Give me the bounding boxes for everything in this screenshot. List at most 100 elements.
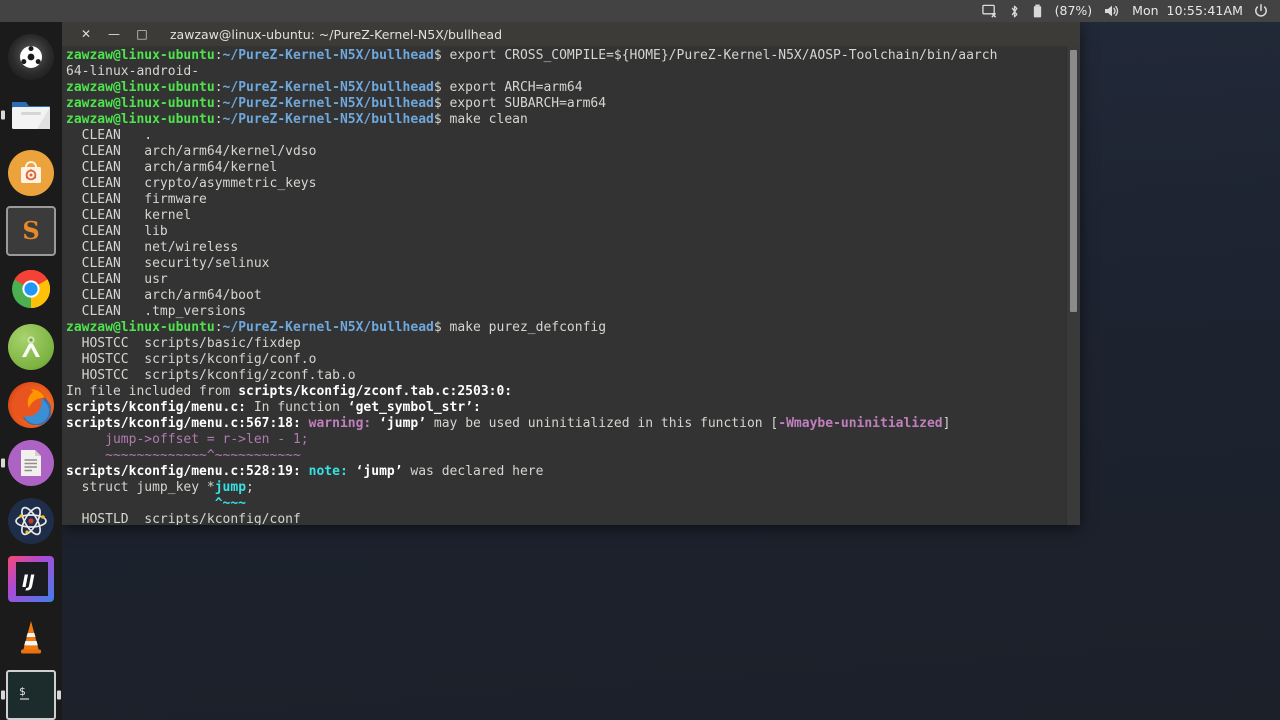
- volume-icon[interactable]: [1098, 0, 1126, 22]
- terminal-command: export ARCH=arm64: [441, 80, 583, 95]
- gcc-warning-symbol: ‘jump’: [371, 416, 427, 431]
- dock-item-software-center[interactable]: [0, 144, 62, 202]
- terminal-output-line: HOSTCC scripts/kconfig/conf.o: [66, 352, 317, 367]
- prompt-sigil: $: [433, 96, 442, 111]
- dock-item-intellij-idea[interactable]: IJ: [0, 550, 62, 608]
- terminal-output-line: HOSTCC scripts/basic/fixdep: [66, 336, 301, 351]
- prompt-sigil: $: [433, 320, 442, 335]
- dock-item-terminal[interactable]: $: [0, 666, 62, 720]
- terminal-output-line: CLEAN arch/arm64/kernel: [66, 160, 278, 175]
- terminal-output-line: CLEAN usr: [66, 272, 168, 287]
- gcc-included-file: scripts/kconfig/zconf.tab.c:2503:0:: [238, 384, 513, 399]
- terminal-line: zawzaw@linux-ubuntu:~/PureZ-Kernel-N5X/b…: [66, 112, 1066, 128]
- terminal-line: HOSTCC scripts/kconfig/zconf.tab.o: [66, 368, 1066, 384]
- terminal-line: CLEAN arch/arm64/kernel/vdso: [66, 144, 1066, 160]
- prompt-user-host: zawzaw@linux-ubuntu: [66, 96, 215, 111]
- terminal-line: ~~~~~~~~~~~~~^~~~~~~~~~~~: [66, 448, 1066, 464]
- gcc-infunction-text: In function: [246, 400, 348, 415]
- prompt-separator: :: [214, 96, 223, 111]
- gcc-warning-tail: ]: [942, 416, 951, 431]
- software-store-icon: [8, 150, 54, 196]
- terminal-body[interactable]: zawzaw@linux-ubuntu:~/PureZ-Kernel-N5X/b…: [62, 46, 1080, 525]
- desktop: (87%) Mon 10:55:41AM S IJ $ ✕ — □ zawzaw…: [0, 0, 1280, 720]
- terminal-line: 64-linux-android-: [66, 64, 1066, 80]
- terminal-line: CLEAN firmware: [66, 192, 1066, 208]
- terminal-line: HOSTLD scripts/kconfig/conf: [66, 512, 1066, 525]
- window-title: zawzaw@linux-ubuntu: ~/PureZ-Kernel-N5X/…: [170, 26, 503, 42]
- prompt-path: ~/PureZ-Kernel-N5X/bullhead: [222, 112, 434, 127]
- battery-icon[interactable]: [1026, 0, 1049, 22]
- terminal-command: make purez_defconfig: [441, 320, 607, 335]
- day-label[interactable]: Mon: [1126, 0, 1161, 22]
- terminal-output-line: CLEAN net/wireless: [66, 240, 239, 255]
- terminal-scrollbar[interactable]: [1066, 46, 1080, 525]
- terminal-icon: $: [6, 670, 56, 720]
- gcc-file: scripts/kconfig/menu.c:528:19:: [66, 464, 301, 479]
- firefox-icon: [8, 382, 54, 428]
- dock-item-android-studio[interactable]: [0, 318, 62, 376]
- gcc-warning-flag: -Wmaybe-uninitialized: [778, 416, 943, 431]
- terminal-output-line: CLEAN lib: [66, 224, 168, 239]
- running-indicator: [1, 690, 5, 700]
- terminal-output-line: CLEAN arch/arm64/boot: [66, 288, 262, 303]
- display-icon[interactable]: [976, 0, 1003, 22]
- window-minimize-button[interactable]: —: [104, 24, 124, 44]
- running-indicator: [1, 458, 5, 468]
- dock-item-libreoffice-writer[interactable]: [0, 434, 62, 492]
- gcc-source-excerpt: struct jump_key *: [66, 480, 215, 495]
- terminal-output-line: CLEAN .tmp_versions: [66, 304, 247, 319]
- bluetooth-icon[interactable]: [1003, 0, 1026, 22]
- terminal-line: zawzaw@linux-ubuntu:~/PureZ-Kernel-N5X/b…: [66, 80, 1066, 96]
- dock-item-atom[interactable]: [0, 492, 62, 550]
- prompt-separator: :: [214, 320, 223, 335]
- terminal-command: make clean: [441, 112, 528, 127]
- svg-text:IJ: IJ: [22, 572, 35, 592]
- intellij-idea-icon: IJ: [8, 556, 54, 602]
- terminal-line: CLEAN arch/arm64/boot: [66, 288, 1066, 304]
- window-title-bar[interactable]: ✕ — □ zawzaw@linux-ubuntu: ~/PureZ-Kerne…: [62, 22, 1080, 46]
- window-close-button[interactable]: ✕: [76, 24, 96, 44]
- terminal-line: In file included from scripts/kconfig/zc…: [66, 384, 1066, 400]
- terminal-command: export CROSS_COMPILE=${HOME}/PureZ-Kerne…: [441, 48, 998, 63]
- dock-item-firefox[interactable]: [0, 376, 62, 434]
- chrome-icon: [8, 266, 54, 312]
- terminal-output-line: CLEAN kernel: [66, 208, 192, 223]
- prompt-path: ~/PureZ-Kernel-N5X/bullhead: [222, 96, 434, 111]
- dock-item-ubuntu-dash[interactable]: [0, 28, 62, 86]
- window-maximize-button[interactable]: □: [132, 24, 152, 44]
- prompt-path: ~/PureZ-Kernel-N5X/bullhead: [222, 320, 434, 335]
- terminal-line: scripts/kconfig/menu.c: In function ‘get…: [66, 400, 1066, 416]
- prompt-sigil: $: [433, 112, 442, 127]
- gcc-source-excerpt: ~~~~~~~~~~~~~^~~~~~~~~~~~: [66, 448, 301, 463]
- launcher-dock: S IJ $: [0, 22, 62, 720]
- terminal-line: CLEAN .: [66, 128, 1066, 144]
- terminal-line: struct jump_key *jump;: [66, 480, 1066, 496]
- battery-percent-label: (87%): [1054, 3, 1093, 18]
- gcc-note-symbol: ‘jump’: [347, 464, 403, 479]
- prompt-sigil: $: [433, 80, 442, 95]
- gcc-source-excerpt: jump->offset = r->len - 1;: [66, 432, 309, 447]
- terminal-command: export SUBARCH=arm64: [441, 96, 607, 111]
- terminal-line: CLEAN security/selinux: [66, 256, 1066, 272]
- terminal-output-line: CLEAN security/selinux: [66, 256, 270, 271]
- terminal-window[interactable]: ✕ — □ zawzaw@linux-ubuntu: ~/PureZ-Kerne…: [62, 22, 1080, 525]
- prompt-separator: :: [214, 80, 223, 95]
- dock-item-vlc[interactable]: [0, 608, 62, 666]
- android-studio-icon: [8, 324, 54, 370]
- dock-item-files[interactable]: [0, 86, 62, 144]
- dock-item-sublime-text[interactable]: S: [0, 202, 62, 260]
- dock-item-google-chrome[interactable]: [0, 260, 62, 318]
- terminal-line: CLEAN usr: [66, 272, 1066, 288]
- terminal-scrollbar-thumb[interactable]: [1070, 50, 1077, 312]
- terminal-output[interactable]: zawzaw@linux-ubuntu:~/PureZ-Kernel-N5X/b…: [62, 46, 1066, 525]
- prompt-user-host: zawzaw@linux-ubuntu: [66, 80, 215, 95]
- prompt-user-host: zawzaw@linux-ubuntu: [66, 320, 215, 335]
- power-icon[interactable]: [1248, 0, 1274, 22]
- terminal-line: zawzaw@linux-ubuntu:~/PureZ-Kernel-N5X/b…: [66, 96, 1066, 112]
- terminal-output-line: 64-linux-android-: [66, 64, 200, 79]
- clock-label[interactable]: 10:55:41AM: [1162, 0, 1248, 22]
- top-panel: (87%) Mon 10:55:41AM: [0, 0, 1280, 22]
- gcc-file: scripts/kconfig/menu.c:567:18:: [66, 416, 301, 431]
- atom-icon: [8, 498, 54, 544]
- prompt-path: ~/PureZ-Kernel-N5X/bullhead: [222, 80, 434, 95]
